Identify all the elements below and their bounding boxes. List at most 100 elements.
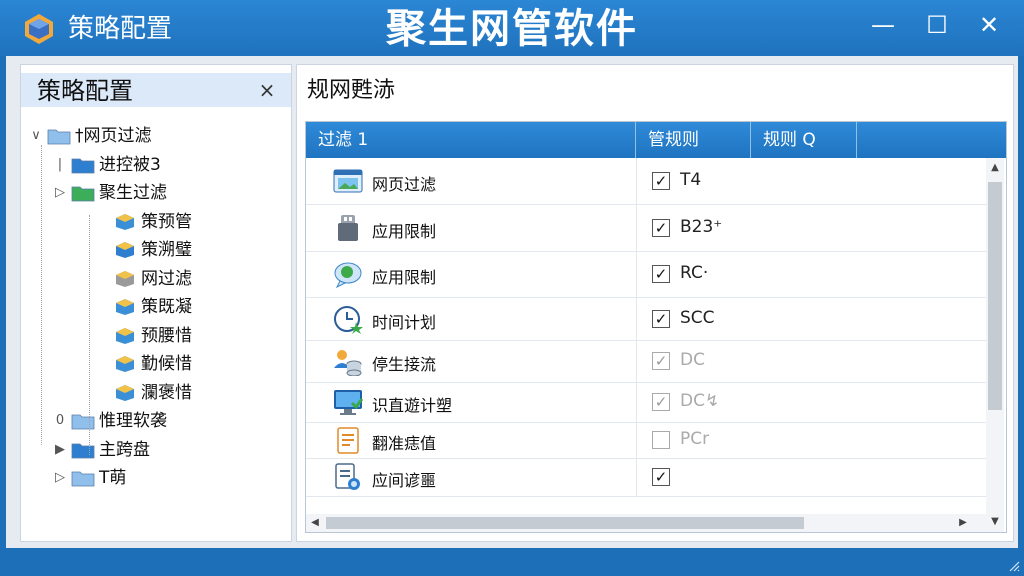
folder-icon — [71, 414, 95, 430]
tree-expander-icon[interactable]: | — [53, 152, 67, 178]
tree-item[interactable]: 勤候惜 — [95, 351, 271, 377]
rule-value: DC — [680, 350, 705, 370]
tree-guide-line — [41, 145, 42, 445]
horizontal-scroll-thumb[interactable] — [326, 517, 804, 529]
user-database-icon — [334, 350, 362, 376]
tree-item[interactable]: ▶ 主跨盘 — [53, 437, 271, 463]
table-row[interactable]: 识直遊计塑 ✓ DC↯ — [306, 382, 986, 423]
scroll-right-arrow-icon[interactable]: ▶ — [954, 515, 972, 531]
tree-expander-icon[interactable]: ▷ — [53, 465, 67, 491]
rule-value: PCr — [680, 429, 710, 449]
tree-item[interactable]: 策预管 — [95, 209, 271, 235]
cube-icon — [116, 384, 134, 401]
resize-grip-icon[interactable] — [1008, 560, 1020, 572]
table-row[interactable]: 应用限制 ✓ B23⁺ — [306, 204, 986, 252]
policy-tree-header: 策略配置 × — [21, 73, 291, 107]
clock-icon — [334, 305, 363, 334]
grid-header: 过滤 1 管规则 规则 Q — [306, 122, 1006, 158]
tree-item[interactable]: 瀾褒惜 — [95, 380, 271, 406]
tree-expander-icon[interactable]: 0 — [53, 408, 67, 434]
tree-item-label: †网页过滤 — [75, 126, 152, 146]
cube-icon — [116, 213, 134, 230]
panel-close-button[interactable]: × — [255, 77, 279, 103]
monitor-icon — [334, 390, 364, 415]
rule-checkbox[interactable]: ✓ — [652, 218, 670, 237]
horizontal-scrollbar[interactable]: ◀ ▶ — [306, 514, 986, 532]
rule-value: DC↯ — [680, 391, 720, 411]
tree-item-label: 主跨盘 — [99, 439, 150, 460]
scroll-left-arrow-icon[interactable]: ◀ — [306, 515, 324, 531]
folder-icon — [71, 186, 95, 202]
rules-grid: 过滤 1 管规则 规则 Q 网页过滤 ✓ T4 应用限制 ✓ B23⁺ 应用限制 ✓ RC· 时间… — [305, 121, 1007, 533]
cube-icon — [116, 242, 134, 258]
tree-item-label: 网过滤 — [141, 268, 192, 289]
column-header-rule[interactable]: 管规则 — [636, 122, 751, 158]
rule-checkbox[interactable]: ✓ — [652, 352, 670, 370]
table-row[interactable]: 应间谚噩 ✓ — [306, 458, 986, 497]
column-divider — [636, 204, 637, 251]
table-row[interactable]: 时间计划 ✓ SCC — [306, 297, 986, 341]
rule-name: 时间计划 — [372, 312, 437, 332]
tree-item[interactable]: 预腰惜 — [95, 323, 271, 349]
tree-item[interactable]: | 进控被3 — [53, 152, 271, 178]
rule-name: 网页过滤 — [372, 175, 437, 194]
table-row[interactable]: 停生接流 ✓ DC — [306, 340, 986, 383]
minimize-button[interactable]: — — [868, 10, 898, 40]
column-header-rule-q[interactable]: 规则 Q — [751, 122, 857, 158]
rule-value: B23⁺ — [680, 216, 723, 237]
column-divider — [636, 422, 637, 458]
close-button[interactable]: ✕ — [974, 10, 1004, 40]
tree-item[interactable]: ▷ T萌 — [53, 465, 271, 491]
table-row[interactable]: 应用限制 ✓ RC· — [306, 251, 986, 298]
table-row[interactable]: 网页过滤 ✓ T4 — [306, 158, 986, 205]
scroll-down-arrow-icon[interactable]: ▼ — [986, 514, 1004, 530]
rule-name: 识直遊计塑 — [372, 396, 453, 415]
vertical-scrollbar[interactable]: ▲ ▼ — [986, 158, 1004, 532]
scroll-up-arrow-icon[interactable]: ▲ — [986, 160, 1004, 176]
rule-name: 翻准痣值 — [372, 434, 437, 453]
rules-panel-title: 规网甦浾 — [307, 78, 396, 103]
status-bar — [0, 548, 1024, 576]
tree-expander-icon[interactable]: ▷ — [53, 180, 67, 206]
rules-panel: 规网甦浾 过滤 1 管规则 规则 Q 网页过滤 ✓ T4 应用限制 ✓ B23⁺ 应用限制 ✓… — [296, 64, 1014, 542]
tree-item[interactable]: 网过滤 — [95, 266, 271, 292]
tree-item-label: 勤候惜 — [141, 354, 192, 374]
title-bar: 策略配置 聚生网管软件 — ☐ ✕ — [0, 0, 1024, 56]
tree-expander-icon[interactable]: ▶ — [53, 437, 67, 463]
tree-guide-line — [89, 215, 90, 455]
vertical-scroll-thumb[interactable] — [988, 182, 1002, 410]
window-body: 策略配置 × ∨ †网页过滤 | 进控被3 ▷ 聚生过滤 策预管 策溯璧 网过滤 策既凝 预腰惜 勤候… — [6, 56, 1018, 548]
rule-value: T4 — [680, 170, 702, 190]
rule-value: RC· — [680, 263, 709, 283]
tree-item[interactable]: 0 惟理软袭 — [53, 408, 271, 434]
tree-item-label: 惟理软袭 — [99, 411, 167, 431]
rule-checkbox[interactable]: ✓ — [652, 265, 670, 283]
document-list-icon — [337, 427, 359, 454]
rule-checkbox[interactable] — [652, 431, 670, 449]
table-row[interactable]: 翻准痣值 PCr — [306, 422, 986, 459]
tree-item[interactable]: ∨ †网页过滤 — [29, 123, 271, 149]
rule-checkbox[interactable]: ✓ — [652, 468, 670, 486]
tree-item-label: 策溯璧 — [141, 240, 192, 260]
rule-checkbox[interactable]: ✓ — [652, 309, 670, 328]
policy-tree-title: 策略配置 — [37, 77, 133, 105]
tree-item[interactable]: ▷ 聚生过滤 — [53, 180, 271, 206]
column-header-filter[interactable]: 过滤 1 — [306, 122, 636, 158]
rule-checkbox[interactable]: ✓ — [652, 172, 670, 190]
column-divider — [636, 297, 637, 340]
rule-name: 应间谚噩 — [372, 471, 437, 490]
cube-icon — [116, 356, 134, 372]
folder-icon — [71, 471, 95, 487]
tree-item-label: 聚生过滤 — [99, 183, 167, 203]
browser-window-icon — [333, 169, 363, 193]
rule-checkbox[interactable]: ✓ — [652, 393, 670, 411]
maximize-button[interactable]: ☐ — [922, 10, 952, 40]
column-divider — [636, 251, 637, 297]
tree-item[interactable]: 策溯璧 — [95, 237, 271, 263]
tree-item[interactable]: 策既凝 — [95, 294, 271, 320]
rule-value: SCC — [680, 307, 715, 328]
rule-name: 应用限制 — [372, 221, 437, 241]
chat-bubble-icon — [334, 262, 362, 289]
cube-icon — [116, 299, 134, 315]
folder-icon — [47, 129, 71, 145]
